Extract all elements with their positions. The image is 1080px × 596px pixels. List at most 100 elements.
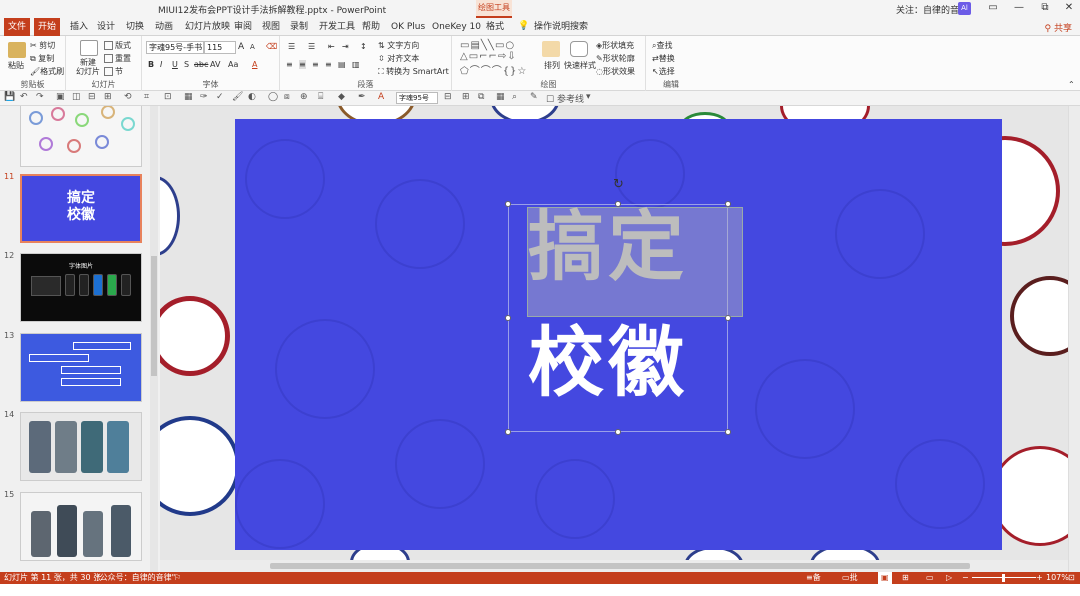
crop-icon[interactable]: ⌗ bbox=[144, 92, 149, 102]
vertical-scrollbar[interactable] bbox=[1068, 106, 1080, 572]
bold-button[interactable]: B bbox=[148, 60, 154, 69]
tab-home[interactable]: 开始 bbox=[34, 18, 61, 36]
layer-icon[interactable]: ⧈ bbox=[284, 92, 290, 102]
copy-button[interactable]: ⧉ 复制 bbox=[30, 53, 54, 64]
shrink-font-button[interactable]: A bbox=[250, 43, 255, 51]
slide-title-line1[interactable]: 搞定 bbox=[528, 209, 688, 285]
find-button[interactable]: ⌕查找 bbox=[652, 40, 672, 51]
redo-icon[interactable]: ↷ bbox=[36, 92, 44, 102]
clear-format-icon[interactable]: ⌫ bbox=[266, 42, 277, 51]
replace-button[interactable]: ⇄替换 bbox=[652, 53, 675, 64]
rotate-handle-icon[interactable]: ↻ bbox=[613, 177, 624, 192]
tab-record[interactable]: 录制 bbox=[286, 18, 312, 36]
distributed-icon[interactable]: ▤ bbox=[338, 60, 346, 69]
zoom-icon[interactable]: ⌕ bbox=[512, 92, 517, 102]
effect-icon[interactable]: ◐ bbox=[248, 92, 256, 102]
accessibility-icon[interactable]: ⚐ bbox=[174, 572, 181, 584]
section-button[interactable]: 节 bbox=[104, 66, 123, 77]
share-button[interactable]: ⚲ 共享 bbox=[1045, 21, 1072, 34]
slide-editing-area[interactable]: 搞定 校徽 ↻ bbox=[160, 106, 1080, 572]
zoom-slider-thumb[interactable] bbox=[1002, 574, 1005, 582]
restore-button[interactable]: ⧉ bbox=[1038, 2, 1052, 14]
select-button[interactable]: ↖选择 bbox=[652, 66, 675, 77]
check-icon[interactable]: ✓ bbox=[216, 92, 224, 102]
undo-icon[interactable]: ↶ bbox=[20, 92, 28, 102]
shape-outline-button[interactable]: ✎形状轮廓 bbox=[596, 53, 635, 64]
fill-color-icon[interactable]: ◆ bbox=[338, 92, 345, 102]
normal-view-icon[interactable]: ▣ bbox=[878, 572, 892, 584]
align-text-button[interactable]: ⇳ 对齐文本 bbox=[378, 53, 419, 64]
collapse-ribbon-icon[interactable]: ⌃ bbox=[1068, 80, 1075, 89]
comments-button[interactable]: ▭ 批注 bbox=[842, 572, 858, 594]
shape-fill-button[interactable]: ◈形状填充 bbox=[596, 40, 634, 51]
zoom-out-icon[interactable]: − bbox=[962, 572, 969, 584]
paste-button[interactable]: 粘贴 bbox=[8, 60, 24, 71]
zoom-in-icon[interactable]: + bbox=[1036, 572, 1043, 584]
shadow-button[interactable]: S bbox=[184, 60, 189, 69]
start-slideshow-icon[interactable]: ▣ bbox=[56, 92, 65, 102]
grow-font-button[interactable]: A bbox=[238, 42, 244, 52]
guides-checkbox[interactable]: ☐ 参考线 bbox=[546, 92, 584, 105]
slide-thumbnail-14[interactable] bbox=[20, 412, 142, 481]
grid-icon[interactable]: ⊞ bbox=[462, 92, 470, 102]
format-painter-button[interactable]: 🖌格式刷 bbox=[30, 66, 64, 77]
resize-handle[interactable] bbox=[505, 315, 511, 321]
minimize-button[interactable]: — bbox=[1012, 2, 1026, 14]
distribute-icon[interactable]: ⊞ bbox=[104, 92, 112, 102]
horizontal-scrollbar[interactable] bbox=[160, 560, 1068, 572]
shape-effects-button[interactable]: ◌形状效果 bbox=[596, 66, 635, 77]
text-direction-button[interactable]: ⇅ 文字方向 bbox=[378, 40, 419, 51]
paint-icon[interactable]: ✎ bbox=[530, 92, 538, 102]
save-icon[interactable]: 💾 bbox=[4, 92, 15, 102]
line-spacing-icon[interactable]: ↕ bbox=[360, 42, 367, 51]
cut-button[interactable]: ✂ 剪切 bbox=[30, 40, 55, 51]
reset-button[interactable]: 重置 bbox=[104, 53, 131, 64]
brush-tool-icon[interactable]: 🖌 bbox=[232, 92, 243, 102]
current-slide[interactable]: 搞定 校徽 ↻ bbox=[235, 119, 1002, 550]
circle-icon[interactable]: ◯ bbox=[268, 92, 278, 102]
zoom-level[interactable]: 107% bbox=[1046, 572, 1069, 584]
slide-thumbnail-13[interactable] bbox=[20, 333, 142, 402]
tab-developer[interactable]: 开发工具 bbox=[315, 18, 359, 36]
eyedropper-icon[interactable]: ✑ bbox=[200, 92, 208, 102]
justify-icon[interactable]: ≡ bbox=[325, 60, 332, 69]
thumbnail-scrollbar[interactable] bbox=[150, 106, 158, 572]
qat-font-select[interactable]: 字魂95号 bbox=[396, 92, 438, 104]
shapes-gallery[interactable]: ▭▤╲╲▭○ △▭⌐⌐⇨⇩ ⬠⌒⌒⌒{}☆ bbox=[460, 40, 527, 77]
notes-button[interactable]: ≡ 备注 bbox=[806, 572, 821, 594]
customize-qat-icon[interactable]: ▾ bbox=[586, 92, 591, 102]
align-right-icon[interactable]: ≡ bbox=[312, 60, 319, 69]
text-fill-icon[interactable]: ⌸ bbox=[318, 92, 323, 102]
font-color-button[interactable]: A bbox=[252, 60, 257, 69]
font-name-select[interactable]: 字魂95号-手书 bbox=[146, 41, 204, 54]
tab-animations[interactable]: 动画 bbox=[151, 18, 177, 36]
outline-color-icon[interactable]: ✒ bbox=[358, 92, 366, 102]
increase-indent-icon[interactable]: ⇥ bbox=[342, 42, 349, 51]
avatar[interactable]: Al bbox=[958, 2, 971, 15]
underline-button[interactable]: U bbox=[172, 60, 178, 69]
tab-help[interactable]: 帮助 bbox=[358, 18, 384, 36]
tab-view[interactable]: 视图 bbox=[258, 18, 284, 36]
align-center-icon[interactable]: ≡ bbox=[299, 60, 306, 69]
align-icon[interactable]: ⊟ bbox=[88, 92, 96, 102]
tab-transitions[interactable]: 切换 bbox=[122, 18, 148, 36]
slideshow-view-icon[interactable]: ▷ bbox=[946, 572, 952, 584]
smartart-button[interactable]: ⛶ 转换为 SmartArt bbox=[378, 66, 449, 77]
tab-onekey[interactable]: OneKey 10 bbox=[428, 18, 485, 36]
tab-design[interactable]: 设计 bbox=[93, 18, 119, 36]
tab-format[interactable]: 格式 bbox=[482, 18, 508, 36]
font-size-select[interactable]: 115 bbox=[204, 41, 236, 54]
rotate-icon[interactable]: ⟲ bbox=[124, 92, 132, 102]
layers-icon[interactable]: ⧉ bbox=[478, 92, 484, 102]
ribbon-display-options-icon[interactable]: ▭ bbox=[986, 2, 1000, 14]
resize-handle[interactable] bbox=[725, 201, 731, 207]
align-left-icon[interactable]: ≡ bbox=[286, 60, 293, 69]
reading-view-icon[interactable]: ▭ bbox=[926, 572, 934, 584]
layout-button[interactable]: 版式 bbox=[104, 40, 131, 51]
numbering-icon[interactable]: ☰ bbox=[308, 42, 315, 51]
slide-thumbnail-11[interactable]: 搞定 校徽 bbox=[20, 174, 142, 243]
decrease-indent-icon[interactable]: ⇤ bbox=[328, 42, 335, 51]
bullets-icon[interactable]: ☰ bbox=[288, 42, 295, 51]
character-spacing-button[interactable]: AV bbox=[210, 60, 220, 69]
tab-review[interactable]: 审阅 bbox=[230, 18, 256, 36]
